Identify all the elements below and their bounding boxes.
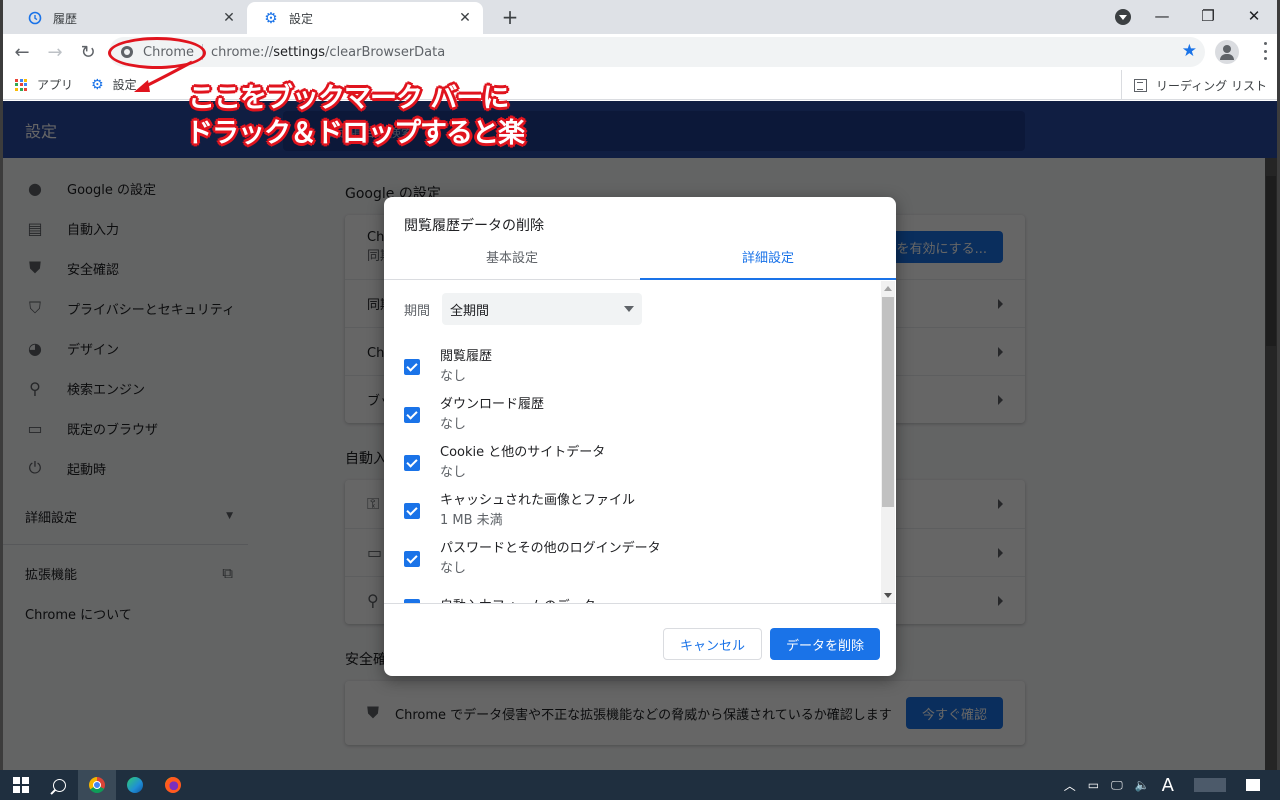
url-text: chrome://settings/clearBrowserData (211, 44, 446, 60)
time-range-label: 期間 (404, 303, 431, 319)
network-icon[interactable]: 🖵 (1111, 778, 1123, 793)
bookmark-star-icon[interactable]: ★ (1182, 43, 1197, 60)
taskbar-firefox[interactable] (154, 770, 192, 800)
taskbar-edge[interactable] (116, 770, 154, 800)
time-range-select[interactable]: 全期間 (442, 293, 643, 325)
tab-advanced[interactable]: 詳細設定 (640, 243, 896, 280)
tab-title: 履歴 (53, 11, 78, 26)
system-tray: ︿ ▭ 🖵 🔈 A (1058, 770, 1280, 800)
ime-indicator[interactable]: A (1162, 775, 1174, 796)
taskbar: ︿ ▭ 🖵 🔈 A (0, 770, 1280, 800)
data-type-list: 閲覧履歴 なし ダウンロード履歴 なし Cookie と他のサイトデータ なし キャッ… (404, 343, 661, 603)
new-tab-button[interactable]: + (499, 7, 521, 29)
checkbox-cache[interactable] (404, 503, 420, 519)
scroll-up-icon[interactable] (884, 286, 892, 291)
search-icon (52, 778, 66, 792)
checkbox-browsing-history[interactable] (404, 359, 420, 375)
dialog-tabs: 基本設定 詳細設定 (384, 243, 896, 280)
annotation-text-line1: ここをブックマーク バーに (188, 83, 509, 114)
checkbox-download-history[interactable] (404, 407, 420, 423)
windows-logo-icon (13, 777, 29, 793)
reading-list-icon (1134, 78, 1148, 92)
chrome-icon (89, 777, 105, 793)
restore-button[interactable]: ❐ (1185, 0, 1231, 32)
volume-icon[interactable]: 🔈 (1135, 778, 1150, 792)
tab-settings[interactable]: ⚙ 設定 ✕ (247, 2, 483, 34)
scrollbar-thumb[interactable] (882, 297, 894, 507)
tab-history[interactable]: 履歴 ✕ (11, 2, 247, 34)
clock-redacted[interactable] (1194, 778, 1226, 792)
close-tab-icon[interactable]: ✕ (457, 10, 473, 26)
minimize-button[interactable]: — (1139, 0, 1185, 32)
close-tab-icon[interactable]: ✕ (221, 10, 237, 26)
tab-basic[interactable]: 基本設定 (384, 243, 640, 279)
bookmark-label: アプリ (37, 78, 74, 92)
reload-button[interactable]: ↻ (74, 38, 102, 66)
menu-icon[interactable] (1263, 42, 1267, 60)
start-button[interactable] (2, 770, 40, 800)
close-window-button[interactable]: ✕ (1231, 0, 1277, 32)
battery-icon[interactable]: ▭ (1088, 778, 1099, 792)
firefox-icon (165, 777, 181, 793)
show-hidden-icons-icon[interactable]: ︿ (1064, 777, 1076, 794)
reading-list-label: リーディング リスト (1156, 78, 1267, 93)
reading-list-button[interactable]: リーディング リスト (1121, 70, 1267, 100)
cancel-button[interactable]: キャンセル (663, 628, 762, 660)
address-bar[interactable]: Chrome chrome://settings/clearBrowserDat… (109, 37, 1205, 67)
dropdown-caret-icon (624, 306, 635, 312)
notification-icon[interactable] (1246, 779, 1260, 791)
list-item[interactable]: 自動入力フォームのデータ (404, 583, 661, 603)
list-item[interactable]: 閲覧履歴 なし (404, 343, 661, 391)
back-button[interactable]: ← (8, 38, 36, 66)
forward-button[interactable]: → (41, 38, 69, 66)
annotation-text-line2: ドラック＆ドロップすると楽 (186, 118, 525, 149)
profile-avatar[interactable] (1215, 40, 1239, 64)
tab-search-button[interactable] (1115, 9, 1131, 25)
checkbox-passwords[interactable] (404, 551, 420, 567)
list-item[interactable]: Cookie と他のサイトデータ なし (404, 439, 661, 487)
tab-title: 設定 (289, 11, 314, 26)
taskbar-chrome[interactable] (78, 770, 116, 800)
dialog-title: 閲覧履歴データの削除 (404, 218, 544, 234)
dialog-body: 期間 全期間 閲覧履歴 なし ダウンロード履歴 なし Cookie と他のサイトデー… (384, 281, 896, 603)
gear-icon: ⚙ (264, 9, 278, 27)
clear-data-button[interactable]: データを削除 (770, 628, 880, 660)
list-item[interactable]: パスワードとその他のログインデータ なし (404, 535, 661, 583)
time-range: 期間 全期間 (404, 293, 643, 325)
checkbox-cookies[interactable] (404, 455, 420, 471)
dialog-footer: キャンセル データを削除 (384, 603, 896, 676)
list-item[interactable]: キャッシュされた画像とファイル 1 MB 未満 (404, 487, 661, 535)
history-icon (27, 10, 43, 26)
taskbar-search-button[interactable] (40, 770, 78, 800)
dialog-scrollbar[interactable] (881, 281, 895, 603)
tab-strip: 履歴 ✕ ⚙ 設定 ✕ + — ❐ ✕ (3, 0, 1277, 34)
apps-grid-icon (15, 78, 27, 91)
list-item[interactable]: ダウンロード履歴 なし (404, 391, 661, 439)
clear-browsing-data-dialog: 閲覧履歴データの削除 基本設定 詳細設定 期間 全期間 閲覧履歴 なし ダウンロー… (384, 197, 896, 676)
bookmark-apps[interactable]: アプリ (15, 76, 73, 93)
edge-icon (127, 777, 143, 793)
scroll-down-icon[interactable] (884, 593, 892, 598)
gear-icon: ⚙ (91, 76, 104, 93)
